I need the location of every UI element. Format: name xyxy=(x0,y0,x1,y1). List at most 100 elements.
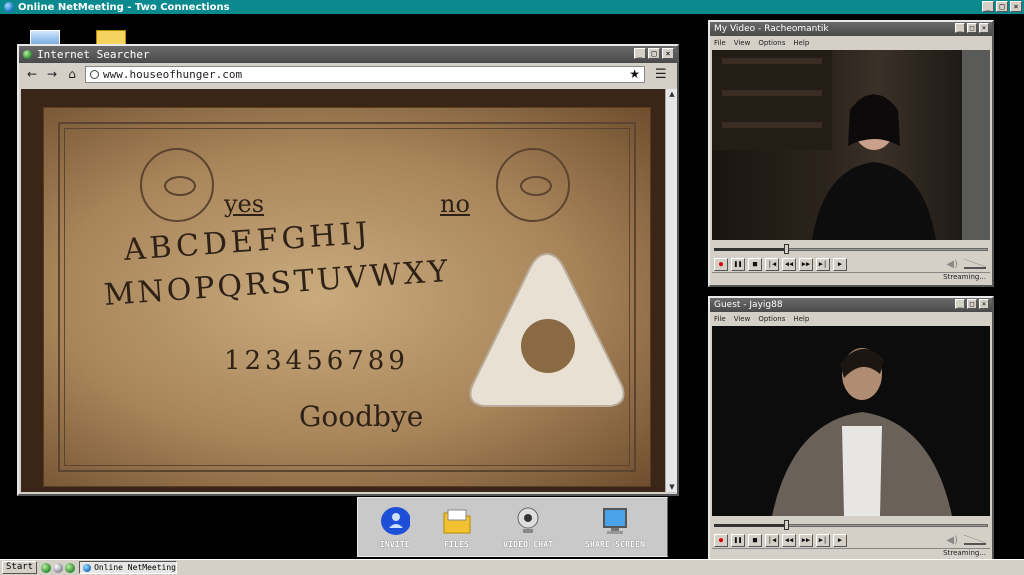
menu-help[interactable]: Help xyxy=(793,315,809,323)
guest-video-status: Streaming... xyxy=(712,548,990,559)
guest-video-feed xyxy=(712,326,990,516)
files-label: FILES xyxy=(444,539,470,549)
share-screen-button[interactable]: SHARE SCREEN xyxy=(585,506,645,549)
forward-arrow-icon[interactable]: → xyxy=(45,67,59,81)
guest-video-seek-handle[interactable] xyxy=(784,520,789,530)
menu-options[interactable]: Options xyxy=(758,315,785,323)
skip-back-icon[interactable]: |◀ xyxy=(765,533,779,547)
launch-icon-gray[interactable] xyxy=(53,562,64,573)
volume-slider[interactable] xyxy=(964,535,986,545)
browser-maximize-button[interactable]: □ xyxy=(648,48,660,59)
rewind-icon[interactable]: ◀◀ xyxy=(782,257,796,271)
my-video-seek-handle[interactable] xyxy=(784,244,789,254)
my-video-title: My Video - Racheomantik xyxy=(714,24,829,34)
guest-video-titlebar: Guest - Jayig88 _ □ × xyxy=(710,298,992,312)
browser-title: Internet Searcher xyxy=(37,48,150,61)
launch-icon-green[interactable] xyxy=(41,562,52,573)
speaker-icon[interactable]: ◀) xyxy=(946,535,958,546)
guest-video-minimize-button[interactable]: _ xyxy=(955,299,965,309)
webcam-icon xyxy=(513,506,543,536)
record-icon[interactable]: ● xyxy=(714,257,728,271)
planchette[interactable] xyxy=(462,246,632,416)
menu-options[interactable]: Options xyxy=(758,39,785,47)
menu-file[interactable]: File xyxy=(714,315,726,323)
guest-video-close-button[interactable]: × xyxy=(979,299,989,309)
video-chat-button[interactable]: VIDEO CHAT xyxy=(503,506,553,549)
browser-scrollbar[interactable]: ▲ ▼ xyxy=(665,89,677,492)
menu-view[interactable]: View xyxy=(734,39,751,47)
skip-forward-icon[interactable]: ▶| xyxy=(816,533,830,547)
ouija-board: yes no ABCDEFGHIJ MNOPQRSTUVWXY 12345678… xyxy=(43,107,651,487)
quick-launch xyxy=(41,562,76,573)
guest-video-person xyxy=(772,348,952,516)
browser-app-icon xyxy=(23,50,32,59)
speaker-icon[interactable]: ◀) xyxy=(946,259,958,270)
my-video-seekbar[interactable] xyxy=(714,244,988,254)
my-video-maximize-button[interactable]: □ xyxy=(967,23,977,33)
my-video-status: Streaming... xyxy=(712,272,990,283)
pause-icon[interactable]: ❚❚ xyxy=(731,533,745,547)
address-bar[interactable]: www.houseofhunger.com ★ xyxy=(85,65,645,83)
app-window-controls: _ □ × xyxy=(982,1,1022,12)
launch-icon-network[interactable] xyxy=(65,562,76,573)
fast-forward-icon[interactable]: ▶▶ xyxy=(799,257,813,271)
browser-minimize-button[interactable]: _ xyxy=(634,48,646,59)
guest-video-title: Guest - Jayig88 xyxy=(714,300,783,310)
board-yes: yes xyxy=(224,190,265,218)
play-icon[interactable]: ▶ xyxy=(833,533,847,547)
share-screen-label: SHARE SCREEN xyxy=(584,539,646,549)
video-chat-label: VIDEO CHAT xyxy=(503,539,554,549)
close-button[interactable]: × xyxy=(1010,1,1022,12)
maximize-button[interactable]: □ xyxy=(996,1,1008,12)
invite-user-icon xyxy=(380,506,410,536)
play-icon[interactable]: ▶ xyxy=(833,257,847,271)
my-video-feed xyxy=(712,50,990,240)
stop-icon[interactable]: ■ xyxy=(748,533,762,547)
my-video-window: My Video - Racheomantik _ □ × File View … xyxy=(708,20,994,287)
globe-icon xyxy=(4,2,14,12)
menu-file[interactable]: File xyxy=(714,39,726,47)
stop-icon[interactable]: ■ xyxy=(748,257,762,271)
my-video-window-controls: _ □ × xyxy=(955,23,989,33)
eye-emblem-left xyxy=(140,148,214,222)
browser-titlebar: Internet Searcher _ □ × xyxy=(19,46,677,63)
invite-button[interactable]: INVITE xyxy=(380,506,410,549)
pause-icon[interactable]: ❚❚ xyxy=(731,257,745,271)
menu-view[interactable]: View xyxy=(734,315,751,323)
guest-video-maximize-button[interactable]: □ xyxy=(967,299,977,309)
folder-icon xyxy=(442,506,472,536)
scroll-up-icon[interactable]: ▲ xyxy=(666,89,678,99)
my-video-controls: ● ❚❚ ■ |◀ ◀◀ ▶▶ ▶| ▶ ◀) xyxy=(710,256,992,272)
invite-label: INVITE xyxy=(379,539,410,549)
skip-back-icon[interactable]: |◀ xyxy=(765,257,779,271)
hamburger-menu-icon[interactable]: ☰ xyxy=(655,67,667,82)
rewind-icon[interactable]: ◀◀ xyxy=(782,533,796,547)
guest-video-menubar: File View Options Help xyxy=(710,312,992,326)
back-arrow-icon[interactable]: ← xyxy=(25,67,39,81)
fast-forward-icon[interactable]: ▶▶ xyxy=(799,533,813,547)
menu-help[interactable]: Help xyxy=(793,39,809,47)
files-button[interactable]: FILES xyxy=(442,506,472,549)
url-text[interactable]: www.houseofhunger.com xyxy=(103,68,625,81)
my-video-close-button[interactable]: × xyxy=(979,23,989,33)
record-icon[interactable]: ● xyxy=(714,533,728,547)
browser-close-button[interactable]: × xyxy=(662,48,674,59)
board-no: no xyxy=(440,190,470,218)
my-video-minimize-button[interactable]: _ xyxy=(955,23,965,33)
bookmark-star-icon[interactable]: ★ xyxy=(629,67,640,81)
url-globe-icon xyxy=(90,69,99,79)
board-numbers: 123456789 xyxy=(224,346,409,376)
taskbar-netmeeting[interactable]: Online NetMeeting xyxy=(79,561,177,574)
my-video-person xyxy=(712,50,990,240)
scroll-down-icon[interactable]: ▼ xyxy=(666,482,678,492)
home-icon[interactable]: ⌂ xyxy=(65,67,79,81)
browser-nav-bar: ← → ⌂ www.houseofhunger.com ★ ☰ xyxy=(19,63,677,85)
start-button[interactable]: Start xyxy=(2,561,38,574)
guest-video-seekbar[interactable] xyxy=(714,520,988,530)
minimize-button[interactable]: _ xyxy=(982,1,994,12)
skip-forward-icon[interactable]: ▶| xyxy=(816,257,830,271)
volume-slider[interactable] xyxy=(964,259,986,269)
taskbar: Start Online NetMeeting xyxy=(0,559,1024,575)
web-page-content: yes no ABCDEFGHIJ MNOPQRSTUVWXY 12345678… xyxy=(21,89,665,492)
guest-video-controls: ● ❚❚ ■ |◀ ◀◀ ▶▶ ▶| ▶ ◀) xyxy=(710,532,992,548)
